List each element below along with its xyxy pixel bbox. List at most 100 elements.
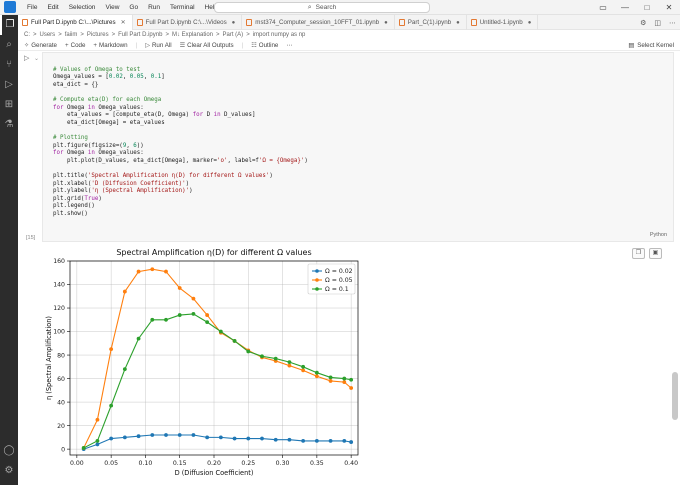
tab-part-c[interactable]: Part_C(1).ipynb ●	[395, 15, 467, 30]
tab-label: Part_C(1).ipynb	[407, 19, 452, 26]
testing-icon[interactable]: ⚗	[0, 115, 18, 135]
run-debug-icon[interactable]: ▷	[0, 75, 18, 95]
explorer-icon[interactable]: ❐	[0, 15, 18, 35]
toolbar-divider: |	[135, 41, 138, 49]
toolbar-divider: |	[241, 41, 244, 49]
code-token: ]	[161, 74, 165, 81]
y-tick-label: 120	[53, 305, 65, 312]
menu-edit[interactable]: Edit	[42, 4, 63, 11]
breadcrumb-item[interactable]: Full Part D.ipynb	[118, 32, 162, 38]
copy-output-icon[interactable]: ❐	[632, 248, 645, 259]
run-cell-icon[interactable]: ▷	[24, 54, 29, 62]
clear-outputs-button[interactable]: ☰ Clear All Outputs	[180, 42, 234, 49]
data-point	[136, 269, 141, 274]
code-token: ,	[122, 74, 130, 81]
data-point	[301, 368, 306, 373]
close-window-icon[interactable]: ✕	[658, 0, 680, 15]
vertical-scrollbar[interactable]	[672, 372, 678, 420]
code-line: Omega_values = [0.02, 0.05, 0.1]	[53, 74, 308, 82]
menu-run[interactable]: Run	[143, 4, 165, 11]
menu-file[interactable]: File	[22, 4, 42, 11]
code-line: # Plotting	[53, 135, 308, 143]
source-control-icon[interactable]: ⑂	[0, 55, 18, 75]
tab-label: Untitled-1.ipynb	[479, 19, 523, 26]
breadcrumb-item[interactable]: M↓ Explanation	[172, 32, 213, 38]
unsaved-dot-icon[interactable]: ●	[528, 20, 532, 26]
code-editor[interactable]: # Values of Omega to test Omega_values = …	[53, 59, 308, 218]
data-point	[109, 436, 114, 441]
settings-gear-icon[interactable]: ⚙	[0, 461, 18, 481]
tab-full-part-d-pictures[interactable]: Full Part D.ipynb C:\...\Pictures ✕	[18, 15, 133, 30]
menu-selection[interactable]: Selection	[64, 4, 101, 11]
code-token: Omega_values:	[94, 104, 144, 111]
code-token: True	[84, 195, 99, 202]
breadcrumb-item[interactable]: import numpy as np	[253, 32, 306, 38]
unsaved-dot-icon[interactable]: ●	[232, 20, 236, 26]
notebook-file-icon	[398, 19, 405, 26]
menu-terminal[interactable]: Terminal	[165, 4, 200, 11]
code-token: in	[213, 112, 221, 119]
code-token: plt.title(	[53, 172, 88, 179]
data-point	[191, 433, 196, 437]
generate-button[interactable]: ✧ Generate	[24, 42, 57, 49]
data-point	[177, 433, 182, 437]
breadcrumb-item[interactable]: faiim	[65, 32, 78, 38]
notebook-file-icon	[22, 19, 28, 26]
code-token: 0.02	[108, 74, 123, 81]
notebook-file-icon	[136, 19, 143, 26]
select-kernel-button[interactable]: ▤ Select Kernel	[628, 40, 674, 51]
code-token: ,	[143, 74, 151, 81]
save-output-icon[interactable]: ▣	[649, 248, 662, 259]
breadcrumb: C: > Users > faiim > Pictures > Full Par…	[18, 30, 680, 40]
split-editor-icon[interactable]: ◫	[654, 19, 661, 27]
add-markdown-button[interactable]: + Markdown	[93, 42, 127, 49]
data-point	[349, 386, 354, 390]
breadcrumb-item[interactable]: Part (A)	[223, 32, 244, 38]
account-icon[interactable]: ◯	[0, 441, 18, 461]
data-point	[342, 376, 347, 381]
code-token: plt.grid(	[53, 195, 85, 202]
data-point	[218, 435, 223, 440]
search-view-icon[interactable]: ⌕	[0, 35, 18, 55]
code-line: plt.show()	[53, 211, 308, 219]
minimize-icon[interactable]: —	[614, 0, 636, 15]
x-tick-label: 0.20	[207, 460, 221, 467]
tab-mst374[interactable]: mst374_Computer_session_10FFT_01.ipynb ●	[242, 15, 395, 30]
command-search-box[interactable]: ⌕ Search	[214, 2, 430, 13]
menu-view[interactable]: View	[100, 4, 124, 11]
run-all-button[interactable]: ▷ Run All	[145, 42, 171, 49]
tab-label: Full Part D.ipynb C:\...\Pictures	[31, 19, 116, 26]
legend-label: Ω = 0.05	[325, 277, 353, 284]
extensions-icon[interactable]: ⊞	[0, 95, 18, 115]
data-point	[232, 339, 237, 343]
kernel-icon: ▤	[628, 42, 635, 49]
layout-icon[interactable]: ▭	[592, 0, 614, 15]
settings-icon[interactable]: ⚙	[640, 19, 646, 27]
menu-go[interactable]: Go	[124, 4, 143, 11]
code-token: )	[304, 157, 308, 164]
close-tab-icon[interactable]: ✕	[121, 19, 126, 26]
more-actions-icon[interactable]: ⋯	[669, 19, 676, 27]
tab-full-part-d-videos[interactable]: Full Part D.ipynb C:\...\Videos ●	[133, 15, 243, 30]
more-toolbar-icon[interactable]: ⋯	[286, 42, 292, 49]
data-point	[246, 436, 251, 441]
code-token: , label=f	[227, 157, 259, 164]
tab-untitled-1[interactable]: Untitled-1.ipynb ●	[467, 15, 539, 30]
cell-language[interactable]: Python	[650, 232, 667, 238]
outline-button[interactable]: ☷ Outline	[251, 42, 278, 49]
code-token: D	[203, 112, 214, 119]
breadcrumb-item[interactable]: Pictures	[87, 32, 109, 38]
code-line: plt.legend()	[53, 203, 308, 211]
kernel-label: Select Kernel	[637, 42, 674, 49]
unsaved-dot-icon[interactable]: ●	[384, 20, 388, 26]
data-point	[177, 286, 182, 290]
code-cell[interactable]: # Values of Omega to test Omega_values = …	[42, 52, 674, 242]
breadcrumb-item[interactable]: C:	[24, 32, 30, 38]
maximize-icon[interactable]: □	[636, 0, 658, 15]
data-point	[260, 354, 264, 359]
add-code-button[interactable]: + Code	[65, 42, 85, 49]
cell-menu-icon[interactable]: ⌄	[34, 55, 39, 62]
unsaved-dot-icon[interactable]: ●	[456, 20, 460, 26]
breadcrumb-item[interactable]: Users	[40, 32, 56, 38]
